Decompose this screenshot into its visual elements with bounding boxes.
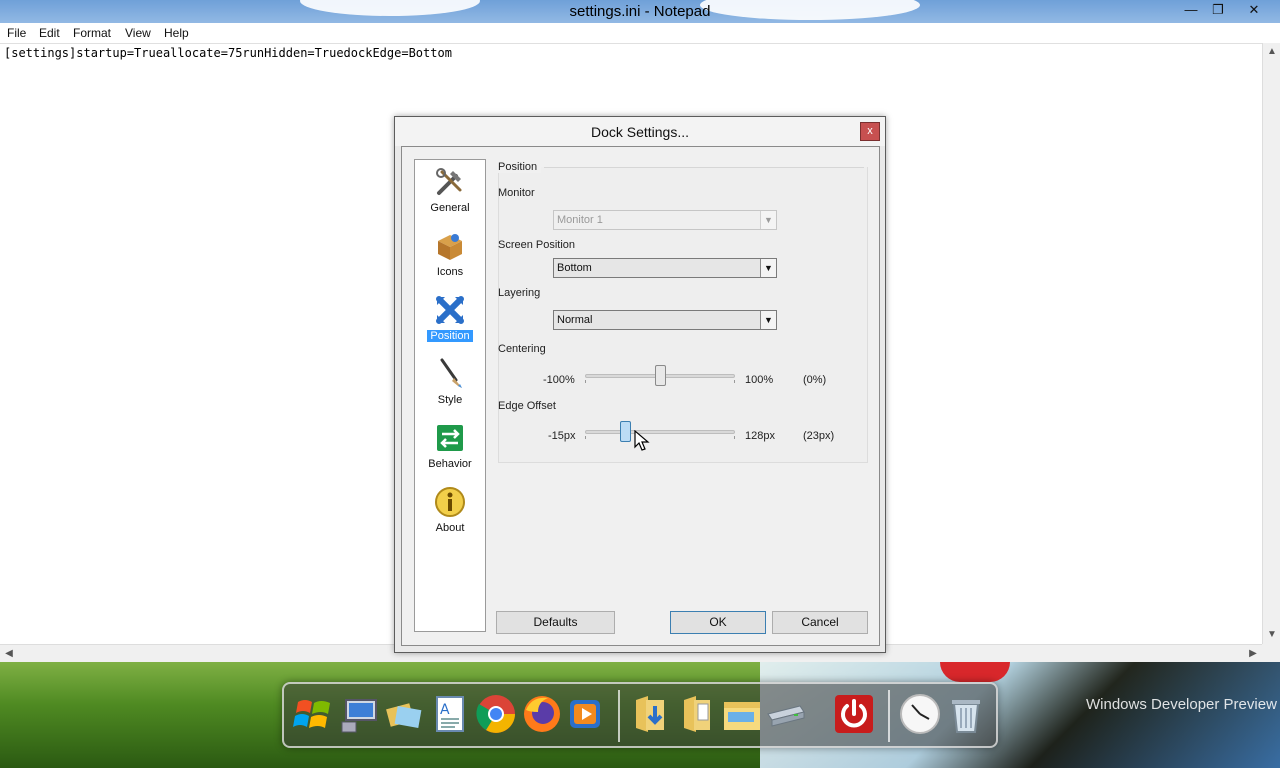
dock-settings-dialog: Dock Settings... x General Icons Positio… xyxy=(394,116,886,653)
screen-position-select[interactable]: Bottom ▼ xyxy=(553,258,777,278)
firefox-icon[interactable] xyxy=(520,692,564,736)
menu-help[interactable]: Help xyxy=(164,26,189,40)
edge-offset-min-label: -15px xyxy=(548,430,576,442)
sidebar-label-about: About xyxy=(435,522,465,534)
documents-folder-icon[interactable] xyxy=(676,692,720,736)
sidebar-item-style[interactable]: Style xyxy=(415,354,485,416)
menu-file[interactable]: File xyxy=(7,26,26,40)
dialog-titlebar[interactable]: Dock Settings... xyxy=(395,117,885,146)
edge-offset-slider-track[interactable] xyxy=(585,430,735,434)
power-icon[interactable] xyxy=(832,692,876,736)
scroll-up-icon[interactable]: ▲ xyxy=(1263,43,1280,61)
sidebar-label-behavior: Behavior xyxy=(428,458,472,470)
chevron-down-icon: ▼ xyxy=(760,259,776,277)
minimize-button[interactable]: — xyxy=(1181,2,1201,18)
layering-label: Layering xyxy=(498,287,541,299)
chrome-icon[interactable] xyxy=(474,692,518,736)
sidebar-label-icons: Icons xyxy=(436,266,464,278)
defaults-button[interactable]: Defaults xyxy=(496,611,615,634)
dialog-close-button[interactable]: x xyxy=(860,122,880,141)
cancel-button[interactable]: Cancel xyxy=(772,611,868,634)
computer-icon[interactable] xyxy=(338,692,382,736)
document-icon[interactable]: A xyxy=(428,692,472,736)
info-icon xyxy=(435,487,465,517)
position-icon xyxy=(436,296,464,324)
drive-icon[interactable] xyxy=(764,692,808,736)
windows-start-icon[interactable] xyxy=(292,692,336,736)
sidebar-label-general: General xyxy=(430,202,470,214)
recycle-bin-icon[interactable] xyxy=(944,692,988,736)
screen-position-value: Bottom xyxy=(557,262,592,274)
scroll-right-icon[interactable]: ▶ xyxy=(1244,645,1262,663)
scrollbar-corner xyxy=(1262,644,1280,662)
restore-button[interactable]: ❐ xyxy=(1208,2,1228,18)
centering-min-label: -100% xyxy=(543,374,575,386)
monitor-label: Monitor xyxy=(498,187,535,199)
folders-icon[interactable] xyxy=(382,692,426,736)
scroll-down-icon[interactable]: ▼ xyxy=(1263,626,1280,644)
dock-bar: A xyxy=(282,682,998,748)
position-panel: Position Monitor Monitor 1 ▼ Screen Posi… xyxy=(498,159,869,464)
vertical-scrollbar[interactable]: ▲ ▼ xyxy=(1262,43,1280,644)
menu-edit[interactable]: Edit xyxy=(39,26,60,40)
layering-select[interactable]: Normal ▼ xyxy=(553,310,777,330)
close-button[interactable]: ✕ xyxy=(1244,2,1264,18)
sidebar-item-about[interactable]: About xyxy=(415,482,485,544)
sidebar-label-style: Style xyxy=(437,394,463,406)
sidebar-label-position: Position xyxy=(427,330,473,342)
scroll-left-icon[interactable]: ◀ xyxy=(0,645,18,663)
dialog-body: General Icons Position Style Behavior Ab… xyxy=(401,146,880,646)
monitor-select[interactable]: Monitor 1 ▼ xyxy=(553,210,777,230)
editor-content: [settings]startup=Trueallocate=75runHidd… xyxy=(4,46,452,60)
box-icon xyxy=(438,234,462,260)
download-folder-icon[interactable] xyxy=(630,692,674,736)
edge-offset-label: Edge Offset xyxy=(498,400,556,412)
behavior-icon xyxy=(437,425,463,451)
section-title: Position xyxy=(498,161,542,173)
settings-sidebar: General Icons Position Style Behavior Ab… xyxy=(414,159,486,632)
edge-offset-max-label: 128px xyxy=(745,430,775,442)
notepad-title: settings.ini - Notepad xyxy=(569,3,711,20)
menu-view[interactable]: View xyxy=(125,26,151,40)
mouse-cursor-icon xyxy=(634,430,650,451)
sidebar-item-behavior[interactable]: Behavior xyxy=(415,418,485,480)
centering-max-label: 100% xyxy=(745,374,774,386)
ok-button[interactable]: OK xyxy=(670,611,766,634)
chevron-down-icon: ▼ xyxy=(760,211,776,229)
edge-offset-value: (23px) xyxy=(803,430,835,442)
monitor-select-value: Monitor 1 xyxy=(557,214,603,226)
sidebar-item-position[interactable]: Position xyxy=(415,290,485,352)
svg-text:A: A xyxy=(440,702,450,718)
layering-value: Normal xyxy=(557,314,593,326)
dock-separator xyxy=(618,690,620,742)
dock-separator xyxy=(888,690,890,742)
folder-icon[interactable] xyxy=(720,692,764,736)
brush-icon xyxy=(440,358,462,388)
centering-value: (0%) xyxy=(803,374,827,386)
clock-icon[interactable] xyxy=(898,692,942,736)
dialog-title: Dock Settings... xyxy=(590,124,690,140)
screen-position-label: Screen Position xyxy=(498,239,576,251)
sidebar-item-general[interactable]: General xyxy=(415,162,485,224)
notepad-titlebar[interactable]: settings.ini - Notepad — ❐ ✕ xyxy=(0,0,1280,23)
edge-offset-slider-thumb[interactable] xyxy=(620,421,631,442)
watermark-line1: Windows Developer Preview xyxy=(1086,696,1277,713)
section-divider xyxy=(544,167,864,168)
media-player-icon[interactable] xyxy=(564,692,608,736)
centering-slider-thumb[interactable] xyxy=(654,365,666,386)
menu-bar: File Edit Format View Help xyxy=(0,23,1280,43)
edge-offset-ticks xyxy=(585,436,735,439)
centering-label: Centering xyxy=(498,343,546,355)
menu-format[interactable]: Format xyxy=(73,26,111,40)
tools-icon xyxy=(436,168,462,195)
desktop-watermark: Windows Developer Preview xyxy=(1086,694,1277,716)
sidebar-item-icons[interactable]: Icons xyxy=(415,226,485,288)
chevron-down-icon: ▼ xyxy=(760,311,776,329)
